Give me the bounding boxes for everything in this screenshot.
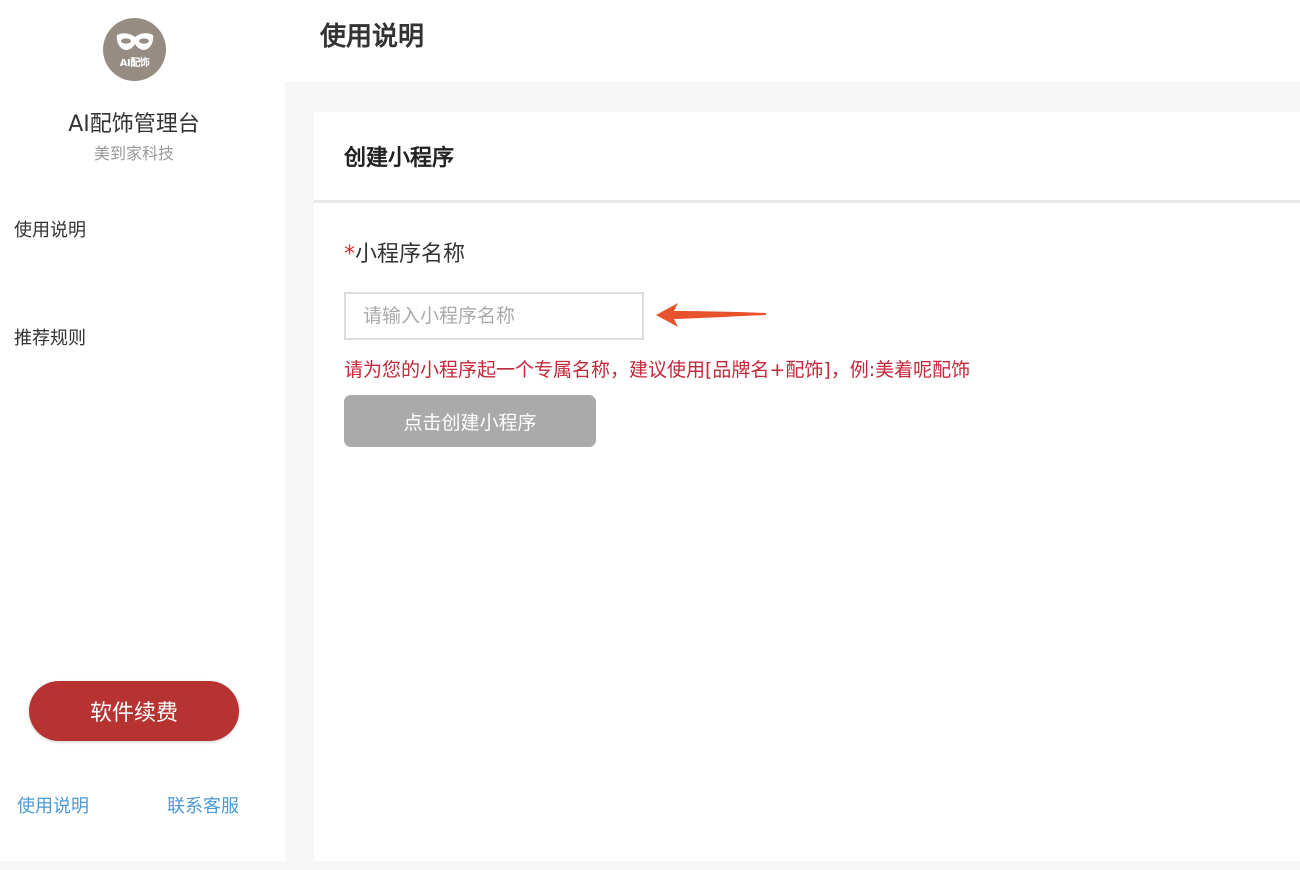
nav-item-recommend-rules[interactable]: 推荐规则	[14, 324, 86, 350]
page-title: 使用说明	[320, 22, 425, 52]
card-header: 创建小程序	[314, 112, 1300, 203]
app-root: AI配饰 AI配饰管理台 美到家科技 使用说明 推荐规则 软件续费 使用说明 联…	[0, 0, 1300, 870]
miniprogram-name-input[interactable]	[344, 292, 644, 340]
sidebar: AI配饰 AI配饰管理台 美到家科技 使用说明 推荐规则 软件续费 使用说明 联…	[0, 0, 285, 861]
app-logo: AI配饰	[103, 18, 166, 81]
create-miniprogram-card: 创建小程序 *小程序名称 请为您的小程序起一个专属名称，建议使用[品牌名+配饰]…	[314, 112, 1300, 861]
renew-button[interactable]: 软件续费	[29, 681, 239, 741]
required-mark: *	[344, 242, 355, 267]
company-name: 美到家科技	[93, 144, 174, 163]
name-hint: 请为您的小程序起一个专属名称，建议使用[品牌名+配饰]，例:美着呢配饰	[344, 359, 971, 381]
field-label-text: 小程序名称	[355, 242, 466, 267]
footer-guide-link[interactable]: 使用说明	[17, 792, 89, 818]
nav-item-guide[interactable]: 使用说明	[14, 216, 86, 242]
arrow-left-icon	[656, 303, 766, 327]
app-name: AI配饰管理台	[68, 112, 200, 137]
create-miniprogram-button[interactable]: 点击创建小程序	[344, 395, 596, 447]
top-bar: 使用说明	[285, 0, 1300, 82]
card-title: 创建小程序	[344, 146, 455, 171]
field-label: *小程序名称	[344, 236, 465, 268]
mask-icon	[116, 32, 153, 50]
contact-support-link[interactable]: 联系客服	[167, 792, 239, 818]
logo-text: AI配饰	[119, 57, 150, 69]
